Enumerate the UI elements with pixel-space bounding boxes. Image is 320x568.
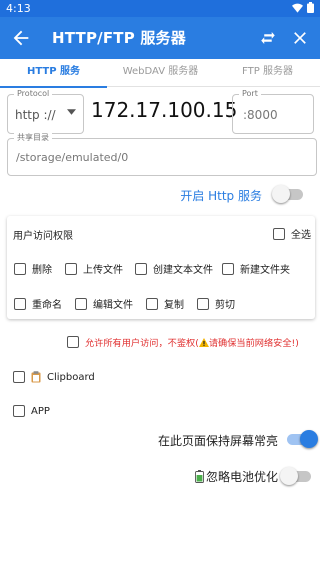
status-bar: 4:13 <box>0 0 320 17</box>
ignore-battery-label: 忽略电池优化 <box>195 468 278 485</box>
anonymous-access-label: 允许所有用户访问，不鉴权(请确保当前网络安全!) <box>85 338 299 349</box>
protocol-label: Protocol <box>14 89 53 99</box>
perm-create-text-checkbox[interactable]: 创建文本文件 <box>135 261 213 276</box>
port-field[interactable]: Port :8000 <box>232 89 314 134</box>
tab-webdav-label: WebDAV 服务器 <box>122 66 199 77</box>
clipboard-icon <box>31 371 41 383</box>
permissions-title: 用户访问权限 <box>13 231 73 242</box>
perm-rename-checkbox[interactable]: 重命名 <box>14 296 62 311</box>
perm-new-folder-checkbox[interactable]: 新建文件夹 <box>222 261 290 276</box>
swap-icon[interactable] <box>258 28 278 48</box>
app-bar: HTTP/FTP 服务器 <box>0 17 320 59</box>
perm-cut-checkbox[interactable]: 剪切 <box>197 296 235 311</box>
tab-http[interactable]: HTTP 服务 <box>0 59 107 88</box>
share-directory-label: 共享目录 <box>14 133 52 143</box>
perm-copy-checkbox[interactable]: 复制 <box>146 296 184 311</box>
http-service-switch[interactable] <box>272 184 306 204</box>
permissions-card: 用户访问权限 全选 删除 上传文件 创建文本文件 新建文件夹 重命名 编辑文件 … <box>7 216 315 319</box>
tab-http-label: HTTP 服务 <box>26 66 81 77</box>
tab-webdav[interactable]: WebDAV 服务器 <box>107 59 214 87</box>
clipboard-checkbox[interactable]: Clipboard <box>13 371 95 383</box>
checkbox-box[interactable] <box>273 227 285 240</box>
battery-icon <box>195 470 204 483</box>
dropdown-caret-icon <box>67 109 76 115</box>
tab-bar: HTTP 服务 WebDAV 服务器 FTP 服务器 <box>0 59 320 88</box>
app-checkbox[interactable]: APP <box>13 405 50 417</box>
back-arrow-icon[interactable] <box>10 27 32 49</box>
page-title: HTTP/FTP 服务器 <box>52 29 186 47</box>
keep-screen-on-switch[interactable] <box>284 429 318 449</box>
share-directory-value: /storage/emulated/0 <box>16 151 129 164</box>
anonymous-access-checkbox[interactable]: 允许所有用户访问，不鉴权(请确保当前网络安全!) <box>67 335 299 349</box>
perm-delete-checkbox[interactable]: 删除 <box>14 261 52 276</box>
share-directory-field[interactable]: 共享目录 /storage/emulated/0 <box>7 133 317 176</box>
ip-address: 172.17.100.15 <box>91 98 238 122</box>
port-label: Port <box>239 89 261 99</box>
keep-screen-on-label: 在此页面保持屏幕常亮 <box>157 434 278 448</box>
select-all-label: 全选 <box>291 230 311 241</box>
select-all-checkbox[interactable]: 全选 <box>273 226 311 241</box>
perm-upload-checkbox[interactable]: 上传文件 <box>65 261 123 276</box>
wifi-icon <box>292 3 303 13</box>
http-service-label: 开启 Http 服务 <box>180 189 262 203</box>
battery-icon <box>307 2 314 13</box>
tab-indicator <box>0 86 107 88</box>
protocol-value: http :// <box>15 108 56 122</box>
close-icon[interactable] <box>290 28 310 48</box>
ignore-battery-switch[interactable] <box>280 466 314 486</box>
clipboard-label: Clipboard <box>47 371 95 383</box>
warning-icon <box>198 338 209 347</box>
perm-edit-checkbox[interactable]: 编辑文件 <box>75 296 133 311</box>
tab-ftp-label: FTP 服务器 <box>242 66 293 77</box>
port-value: :8000 <box>243 108 278 122</box>
app-label: APP <box>31 405 50 417</box>
tab-ftp[interactable]: FTP 服务器 <box>214 59 320 87</box>
protocol-select[interactable]: Protocol http :// <box>7 89 84 134</box>
status-time: 4:13 <box>6 2 31 15</box>
